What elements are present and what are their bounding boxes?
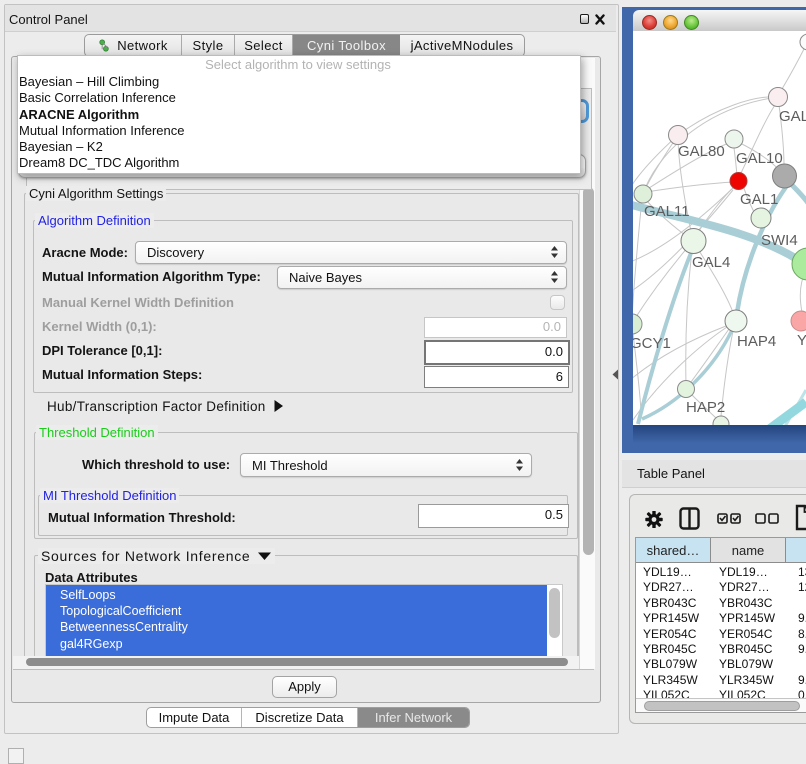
svg-text:GAL80: GAL80 — [678, 143, 725, 160]
svg-text:HAP4: HAP4 — [737, 333, 776, 350]
svg-text:HAP2: HAP2 — [686, 399, 725, 416]
svg-text:GAL7: GAL7 — [779, 108, 806, 125]
svg-text:GAL4: GAL4 — [692, 254, 730, 271]
svg-text:GAL1: GAL1 — [740, 191, 778, 208]
svg-text:YB: YB — [797, 332, 806, 349]
svg-text:GAL11: GAL11 — [644, 203, 690, 220]
svg-text:GCY1: GCY1 — [633, 335, 671, 352]
svg-text:SWI4: SWI4 — [761, 232, 798, 249]
svg-text:GAL10: GAL10 — [736, 150, 783, 167]
